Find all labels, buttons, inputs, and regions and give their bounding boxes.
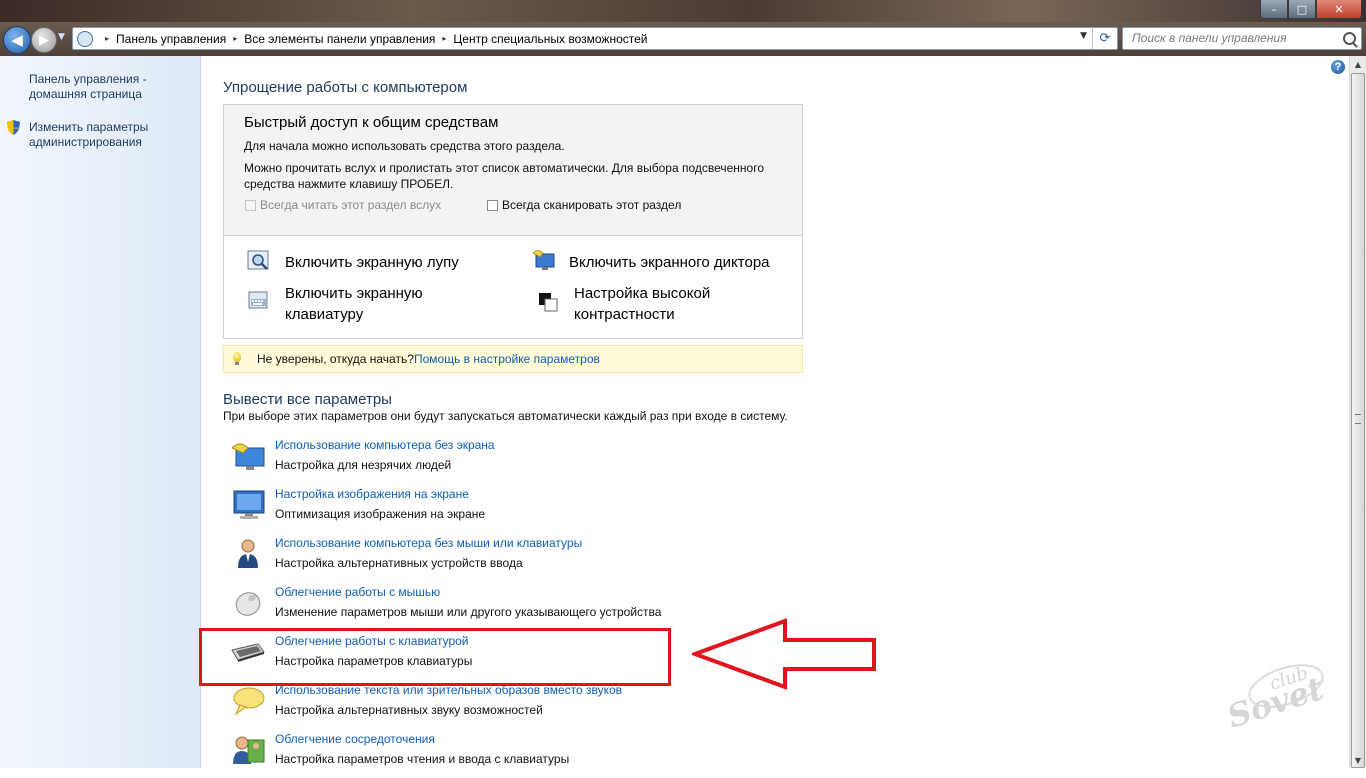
high-contrast-link[interactable]: Настройка высокой контрастности (574, 283, 710, 325)
sidebar: Панель управления - домашняя страница Из… (0, 56, 201, 768)
scrollbar-thumb[interactable] (1351, 73, 1365, 768)
scroll-down-icon[interactable]: ▼ (1351, 752, 1365, 768)
item-description: Настройка для незрячих людей (275, 458, 452, 472)
narrator-link[interactable]: Включить экранного диктора (569, 252, 770, 273)
read-aloud-checkbox[interactable] (245, 200, 256, 211)
breadcrumb-separator[interactable]: ▸ (442, 34, 446, 43)
item-description: Оптимизация изображения на экране (275, 507, 486, 521)
item-description: Настройка параметров чтения и ввода с кл… (275, 752, 570, 766)
maximize-button[interactable]: □ (1288, 0, 1316, 19)
item-link[interactable]: Облегчение сосредоточения (275, 732, 435, 746)
watermark-logo: club Sovet (1224, 663, 1328, 736)
quick-access-title: Быстрый доступ к общим средствам (244, 114, 499, 131)
breadcrumb-control-panel[interactable]: Панель управления (116, 32, 226, 46)
vertical-scrollbar[interactable]: ▲ ▼ (1349, 56, 1366, 768)
back-button[interactable]: ◀ (3, 26, 31, 54)
item-description: Изменение параметров мыши или другого ук… (275, 605, 662, 619)
high-contrast-icon (539, 293, 558, 312)
item-description: Настройка альтернативных звуку возможнос… (275, 703, 543, 717)
read-aloud-label: Всегда читать этот раздел вслух (260, 198, 442, 212)
breadcrumb: ▸ Панель управления ▸ Все элементы панел… (98, 32, 648, 46)
tip-help-link[interactable]: Помощь в настройке параметров (414, 352, 600, 366)
item-link[interactable]: Использование компьютера без мыши или кл… (275, 536, 582, 550)
list-item: Использование компьютера без мыши или кл… (230, 536, 790, 582)
shield-icon (7, 120, 20, 135)
list-item: Настройка изображения на экране Оптимиза… (230, 487, 790, 533)
magnifier-icon (247, 250, 269, 270)
scan-label: Всегда сканировать этот раздел (502, 198, 682, 212)
monitor-icon (233, 490, 265, 519)
scan-checkbox[interactable] (487, 200, 498, 211)
sidebar-home-link[interactable]: Панель управления - домашняя страница (29, 72, 147, 102)
address-bar[interactable]: ▸ Панель управления ▸ Все элементы панел… (72, 27, 1118, 50)
quick-access-header: Быстрый доступ к общим средствам Для нач… (224, 105, 802, 236)
close-button[interactable]: ✕ (1316, 0, 1362, 19)
title-bar: – □ ✕ (0, 0, 1366, 22)
search-placeholder: Поиск в панели управления (1132, 31, 1287, 45)
forward-button[interactable]: ▶ (31, 27, 57, 53)
person-icon (238, 539, 258, 568)
tip-question: Не уверены, откуда начать? (257, 352, 414, 366)
search-input[interactable]: Поиск в панели управления (1122, 27, 1362, 50)
speech-bubble-icon (233, 687, 265, 716)
section-title-all-settings: Вывести все параметры (223, 391, 392, 408)
list-item: Использование компьютера без экрана Наст… (230, 438, 790, 484)
section-subtitle: При выборе этих параметров они будут зап… (223, 409, 788, 423)
quick-access-hint: Для начала можно использовать средства э… (244, 139, 565, 153)
control-panel-icon (77, 30, 93, 47)
recent-pages-dropdown[interactable]: ▼ (58, 32, 65, 42)
refresh-icon[interactable]: ⟳ (1092, 28, 1117, 49)
magnifier-link[interactable]: Включить экранную лупу (285, 252, 459, 273)
item-link[interactable]: Настройка изображения на экране (275, 487, 469, 501)
window-controls: – □ ✕ (1260, 0, 1362, 19)
sidebar-admin-link[interactable]: Изменить параметры администрирования (29, 120, 148, 150)
navigation-bar: ◀ ▶ ▼ ▸ Панель управления ▸ Все элементы… (0, 22, 1366, 56)
scroll-up-icon[interactable]: ▲ (1351, 56, 1365, 72)
quick-access-panel: Быстрый доступ к общим средствам Для нач… (223, 104, 803, 339)
breadcrumb-separator[interactable]: ▸ (105, 34, 109, 43)
help-icon[interactable]: ? (1331, 60, 1345, 74)
narrator-icon (532, 250, 555, 270)
lightbulb-icon (233, 352, 241, 365)
item-link[interactable]: Использование компьютера без экрана (275, 438, 495, 452)
list-item: Облегчение сосредоточения Настройка пара… (230, 732, 790, 778)
quick-access-instructions: Можно прочитать вслух и пролистать этот … (244, 161, 765, 191)
arrow-left-icon (692, 618, 876, 690)
item-link[interactable]: Облегчение работы с мышью (275, 585, 440, 599)
address-dropdown-icon[interactable]: ▼ (1080, 31, 1087, 41)
breadcrumb-all-items[interactable]: Все элементы панели управления (244, 32, 435, 46)
tip-bar: Не уверены, откуда начать? Помощь в наст… (223, 345, 803, 373)
onscreen-keyboard-link[interactable]: Включить экранную клавиатуру (285, 283, 423, 325)
breadcrumb-separator[interactable]: ▸ (233, 34, 237, 43)
speaker-monitor-icon (231, 443, 265, 470)
keyboard-icon (248, 291, 268, 309)
minimize-button[interactable]: – (1260, 0, 1288, 19)
mouse-icon (235, 592, 261, 616)
breadcrumb-ease-of-access[interactable]: Центр специальных возможностей (453, 32, 647, 46)
item-description: Настройка альтернативных устройств ввода (275, 556, 523, 570)
people-icon (233, 736, 265, 764)
search-icon[interactable] (1343, 32, 1356, 45)
section-title-simplify: Упрощение работы с компьютером (223, 79, 468, 96)
highlight-box (199, 628, 671, 686)
